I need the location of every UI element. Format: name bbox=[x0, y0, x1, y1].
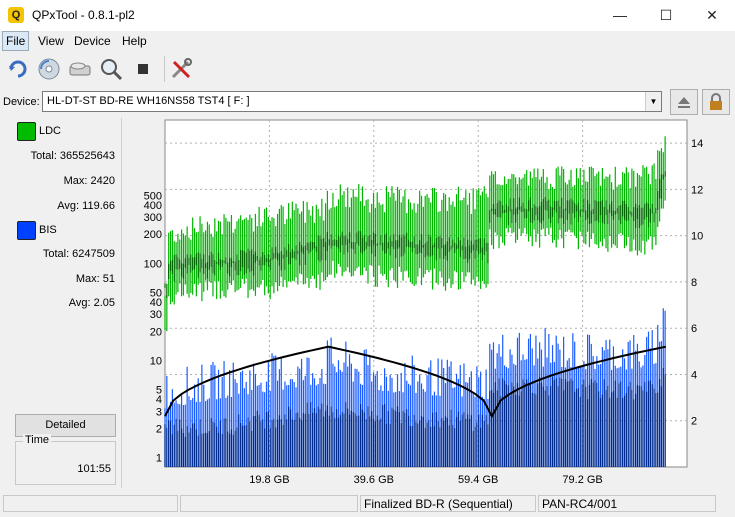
plot-area bbox=[164, 119, 688, 468]
chevron-down-icon[interactable]: ▼ bbox=[645, 92, 661, 111]
settings-tools-icon[interactable] bbox=[168, 56, 194, 82]
ldc-avg: Avg: 119.66 bbox=[57, 200, 115, 212]
y-left-tick-label: 400 bbox=[144, 200, 162, 212]
toolbar-separator bbox=[164, 56, 165, 82]
stop-icon[interactable] bbox=[130, 56, 156, 82]
menu-view[interactable]: View bbox=[38, 34, 64, 48]
ldc-max: Max: 2420 bbox=[63, 175, 115, 187]
device-value: HL-DT-ST BD-RE WH16NS58 TST4 [ F: ] bbox=[47, 95, 250, 107]
y-left-tick-label: 2 bbox=[156, 423, 162, 435]
y-right-tick-label: 12 bbox=[691, 184, 703, 196]
y-left-tick-label: 3 bbox=[156, 406, 162, 418]
menu-device[interactable]: Device bbox=[74, 34, 111, 48]
x-tick-label: 19.8 GB bbox=[249, 474, 289, 486]
bis-label: BIS bbox=[39, 224, 57, 236]
status-cell-1 bbox=[3, 495, 178, 512]
y-right-tick-label: 4 bbox=[691, 369, 697, 381]
eject-button[interactable] bbox=[670, 89, 698, 115]
status-cell-2 bbox=[180, 495, 358, 512]
y-right-tick-label: 10 bbox=[691, 231, 703, 243]
y-left-tick-label: 30 bbox=[150, 309, 162, 321]
y-left-tick-label: 20 bbox=[150, 326, 162, 338]
lock-icon bbox=[710, 93, 722, 110]
time-group: Time 101:55 bbox=[15, 434, 116, 485]
y-right-tick-label: 14 bbox=[691, 138, 703, 150]
x-tick-label: 39.6 GB bbox=[354, 474, 394, 486]
status-media-type: Finalized BD-R (Sequential) bbox=[360, 495, 536, 512]
title-bar[interactable]: Q QPxTool - 0.8.1-pl2 — ☐ ✕ bbox=[0, 0, 735, 31]
minimize-button[interactable]: — bbox=[597, 0, 643, 31]
menu-bar: File View Device Help bbox=[0, 31, 735, 51]
maximize-button[interactable]: ☐ bbox=[643, 0, 689, 31]
time-title: Time bbox=[23, 434, 52, 446]
y-right-tick-label: 8 bbox=[691, 277, 697, 289]
eject-icon bbox=[678, 97, 690, 108]
time-value: 101:55 bbox=[77, 463, 111, 475]
bis-color-swatch[interactable] bbox=[17, 221, 36, 240]
status-bar: Finalized BD-R (Sequential) PAN-RC4/001 bbox=[0, 492, 735, 517]
app-icon: Q bbox=[8, 7, 24, 23]
zoom-icon[interactable] bbox=[98, 56, 124, 82]
y-right-tick-label: 2 bbox=[691, 416, 697, 428]
ldc-color-swatch[interactable] bbox=[17, 122, 36, 141]
scan-chart: 19.8 GB 39.6 GB 59.4 GB 79.2 GB141210864250… bbox=[127, 117, 733, 490]
bis-avg: Avg: 2.05 bbox=[68, 297, 115, 309]
window-title: QPxTool - 0.8.1-pl2 bbox=[32, 8, 135, 22]
refresh-icon[interactable] bbox=[5, 56, 31, 82]
y-left-tick-label: 200 bbox=[144, 229, 162, 241]
y-left-tick-label: 300 bbox=[144, 212, 162, 224]
device-label: Device: bbox=[3, 96, 40, 108]
ldc-label: LDC bbox=[39, 125, 62, 137]
device-select[interactable]: HL-DT-ST BD-RE WH16NS58 TST4 [ F: ] ▼ bbox=[42, 91, 662, 112]
bis-total: Total: 6247509 bbox=[42, 248, 115, 260]
ldc-total: Total: 365525643 bbox=[30, 150, 115, 162]
y-left-tick-label: 40 bbox=[150, 297, 162, 309]
drive-icon[interactable] bbox=[67, 56, 93, 82]
x-tick-label: 79.2 GB bbox=[562, 474, 602, 486]
y-left-tick-label: 10 bbox=[150, 356, 162, 368]
y-left-tick-label: 100 bbox=[144, 258, 162, 270]
close-button[interactable]: ✕ bbox=[689, 0, 735, 31]
y-right-tick-label: 6 bbox=[691, 323, 697, 335]
menu-file[interactable]: File bbox=[2, 31, 30, 51]
x-tick-label: 59.4 GB bbox=[458, 474, 498, 486]
bis-max: Max: 51 bbox=[75, 273, 115, 285]
y-left-tick-label: 1 bbox=[156, 453, 162, 465]
disc-icon[interactable] bbox=[36, 56, 62, 82]
lock-button[interactable] bbox=[702, 89, 730, 115]
menu-help[interactable]: Help bbox=[122, 34, 147, 48]
status-media-id: PAN-RC4/001 bbox=[538, 495, 716, 512]
y-left-tick-label: 4 bbox=[156, 394, 162, 406]
